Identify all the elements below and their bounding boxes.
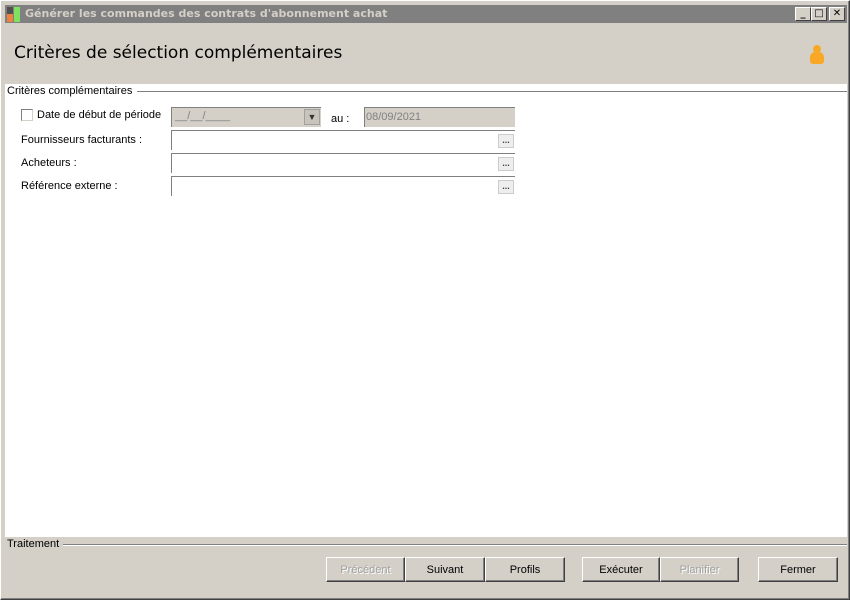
- external-ref-label: Référence externe :: [21, 180, 118, 192]
- criteria-panel: Critères complémentaires Date de début d…: [5, 84, 847, 537]
- minimize-button[interactable]: _: [795, 7, 811, 21]
- window: Générer les commandes des contrats d'abo…: [0, 0, 850, 600]
- suppliers-input[interactable]: [171, 130, 515, 150]
- start-date-checkbox[interactable]: [21, 109, 33, 121]
- suppliers-browse-button[interactable]: ...: [498, 134, 514, 148]
- end-date-field[interactable]: 08/09/2021: [364, 107, 515, 127]
- start-date-value: __/__/____: [175, 110, 231, 122]
- close-window-button[interactable]: ✕: [829, 7, 845, 21]
- buyers-label: Acheteurs :: [21, 157, 77, 169]
- group-divider: [63, 544, 847, 546]
- header: Critères de sélection complémentaires: [5, 23, 847, 84]
- close-button[interactable]: Fermer: [758, 557, 838, 582]
- to-label: au :: [331, 113, 350, 125]
- buyers-input[interactable]: [171, 153, 515, 173]
- app-icon: [7, 7, 21, 22]
- profiles-button[interactable]: Profils: [485, 557, 565, 582]
- execute-button[interactable]: Exécuter: [582, 557, 660, 582]
- processing-panel: Traitement Précédent Suivant Profils Exé…: [5, 537, 847, 597]
- page-title: Critères de sélection complémentaires: [14, 43, 343, 63]
- processing-group-label: Traitement: [7, 538, 60, 550]
- criteria-group-label: Critères complémentaires: [7, 85, 138, 97]
- user-icon[interactable]: [809, 45, 825, 65]
- suppliers-label: Fournisseurs facturants :: [21, 134, 143, 146]
- external-ref-browse-button[interactable]: ...: [498, 180, 514, 194]
- buyers-browse-button[interactable]: ...: [498, 157, 514, 171]
- start-date-combo[interactable]: __/__/____ ▼: [171, 107, 321, 127]
- window-title: Générer les commandes des contrats d'abo…: [25, 7, 388, 20]
- external-ref-input[interactable]: [171, 176, 515, 196]
- start-date-label: Date de début de période: [37, 109, 162, 121]
- title-bar: Générer les commandes des contrats d'abo…: [5, 5, 847, 23]
- next-button[interactable]: Suivant: [405, 557, 485, 582]
- maximize-button[interactable]: □: [811, 7, 827, 21]
- group-divider: [135, 91, 847, 92]
- chevron-down-icon[interactable]: ▼: [304, 109, 320, 125]
- previous-button[interactable]: Précédent: [326, 557, 405, 582]
- schedule-button[interactable]: Planifier: [660, 557, 739, 582]
